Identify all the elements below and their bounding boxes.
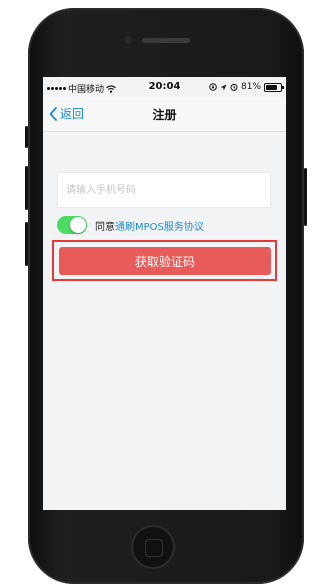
battery-icon — [264, 82, 284, 92]
agreement-row: 同意 通刷MPOS服务协议 — [57, 215, 204, 235]
toggle-knob — [70, 217, 86, 233]
status-bar: 中国移动 20:04 81% — [43, 77, 286, 97]
alarm-icon — [230, 83, 238, 91]
navigation-arrow-icon — [220, 84, 227, 90]
page-title: 注册 — [152, 108, 177, 122]
home-button — [131, 525, 175, 569]
agreement-link[interactable]: 通刷MPOS服务协议 — [115, 218, 204, 233]
agree-prefix: 同意 — [95, 221, 115, 233]
navigation-bar: 返回 注册 — [43, 97, 286, 132]
phone-number-input[interactable] — [57, 172, 271, 208]
phone-screen: 中国移动 20:04 81% 返回 注册 请输入手机号码 同意 通刷MPOS服务… — [43, 77, 286, 510]
earpiece-speaker — [142, 38, 190, 43]
battery-percent: 81% — [240, 82, 261, 92]
location-icon — [209, 83, 217, 91]
get-verification-code-button[interactable]: 获取验证码 — [59, 247, 271, 275]
power-button — [304, 168, 307, 226]
battery-fill — [266, 84, 278, 90]
mute-switch — [25, 126, 28, 148]
volume-down-button — [25, 222, 28, 266]
front-camera — [124, 36, 132, 44]
status-right: 81% — [209, 82, 284, 92]
agreement-toggle[interactable] — [57, 216, 87, 234]
volume-up-button — [25, 166, 28, 210]
